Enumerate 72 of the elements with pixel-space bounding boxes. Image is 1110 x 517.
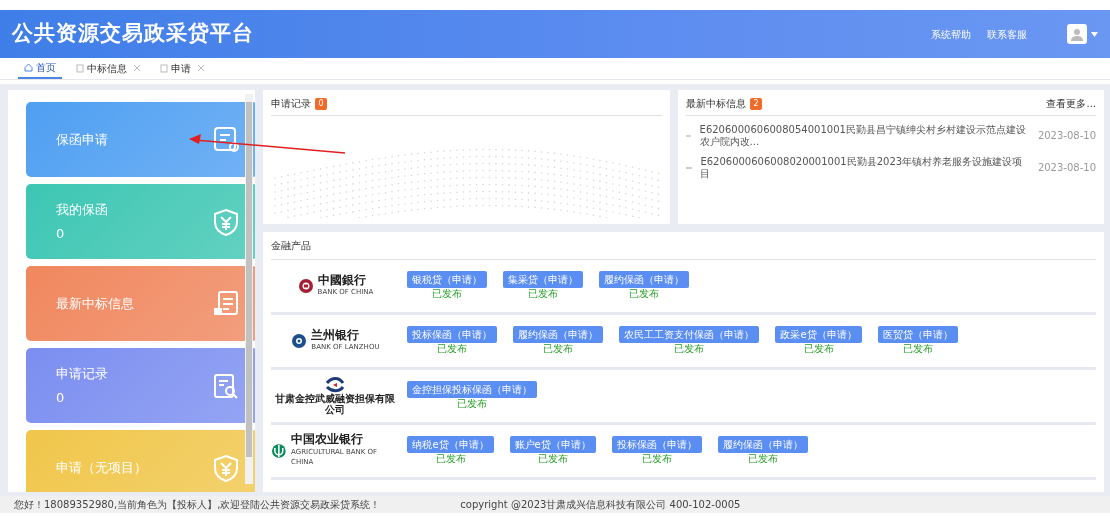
caret-icon (1091, 31, 1098, 37)
status-text: 已发布 (537, 453, 568, 465)
header-link[interactable]: 系统帮助 (931, 26, 971, 42)
card-title: 最新中标信息 (686, 97, 747, 111)
page-icon (160, 63, 168, 73)
menu-tile[interactable]: 我的保函 0 (26, 184, 256, 259)
tab[interactable]: 中标信息 (70, 57, 146, 79)
dash-icon (686, 167, 693, 169)
status-text: 已发布 (629, 288, 660, 300)
menu-tile[interactable]: 申请记录 0 (26, 348, 256, 423)
card-title: 金融产品 (271, 240, 312, 251)
apply-button[interactable]: 医贸贷（申请） (877, 326, 958, 343)
apply-button[interactable]: 履约保函（申请） (717, 436, 808, 453)
status-text: 已发布 (437, 343, 468, 355)
status-text: 已发布 (543, 343, 574, 355)
count-badge: 0 (315, 97, 327, 110)
bank-logo-icon (297, 277, 314, 294)
apply-button[interactable]: 农民工工资支付保函（申请） (619, 326, 760, 343)
apply-button[interactable]: 投标保函（申请） (407, 326, 498, 343)
more-link[interactable]: 查看更多... (1046, 96, 1096, 111)
status-text: 已发布 (528, 288, 559, 300)
apply-button[interactable]: 金控担保投标保函（申请） (407, 381, 538, 398)
user-menu[interactable] (1067, 24, 1098, 44)
status-text: 已发布 (747, 453, 778, 465)
apply-button[interactable]: 履约保函（申请） (513, 326, 604, 343)
tile-count: 0 (56, 224, 66, 243)
bank-logo-icon (325, 376, 346, 393)
apply-button[interactable]: 集采贷（申请） (503, 271, 584, 288)
card-title: 申请记录 (271, 97, 312, 111)
menu-tile[interactable]: 最新中标信息 (26, 266, 256, 341)
shield-icon (212, 207, 240, 236)
count-badge: 2 (750, 97, 762, 110)
app-title: 公共资源交易政采贷平台 (12, 20, 254, 48)
status-text: 已发布 (432, 288, 463, 300)
page-icon (76, 63, 84, 73)
shield-icon (212, 453, 240, 482)
status-text: 已发布 (641, 453, 672, 465)
status-text: 已发布 (674, 343, 705, 355)
header-link[interactable]: 联系客服 (987, 26, 1027, 42)
news-date: 2023-08-10 (1037, 162, 1096, 174)
tab[interactable]: 首页 (18, 57, 62, 79)
apply-button[interactable]: 账户e贷（申请） (509, 436, 596, 453)
tile-count: 0 (56, 388, 66, 407)
dash-icon (686, 135, 692, 137)
news-link[interactable]: E6206000606008020001001民勤县2023年镇村养老服务设施建设项目 (700, 156, 1030, 180)
news-link[interactable]: E6206000606008054001001民勤县昌宁镇绅尖村乡村建设示范点建设农户院内改... (699, 124, 1030, 148)
status-text: 已发布 (435, 453, 466, 465)
apply-button[interactable]: 投标保函（申请） (611, 436, 702, 453)
apply-button[interactable]: 履约保函（申请） (599, 271, 690, 288)
document-icon (212, 289, 240, 318)
apply-button[interactable]: 银税贷（申请） (407, 271, 488, 288)
home-icon (24, 62, 33, 72)
tab[interactable]: 申请 (154, 57, 210, 79)
bank-name: 中国农业银行 (291, 433, 364, 447)
news-date: 2023-08-10 (1037, 130, 1096, 142)
search-icon (212, 371, 240, 400)
welcome-text: 您好！18089352980,当前角色为【投标人】,欢迎登陆公共资源交易政采贷系统！ (14, 498, 381, 512)
status-text: 已发布 (457, 398, 488, 410)
scrollbar[interactable] (245, 94, 254, 484)
status-text: 已发布 (902, 343, 933, 355)
apply-button[interactable]: 纳税e贷（申请） (407, 436, 494, 453)
menu-tile[interactable]: 保函申请 (26, 102, 256, 177)
bank-name: 兰州银行 (311, 328, 360, 342)
apply-button[interactable]: 政采e贷（申请） (775, 326, 862, 343)
bank-name: 甘肃金控武威融资担保有限公司 (274, 392, 397, 415)
bank-logo-icon (271, 442, 288, 459)
status-text: 已发布 (803, 343, 834, 355)
form-icon (212, 125, 240, 154)
copyright-text: copyright @2023甘肃成兴信息科技有限公司 400-102-0005 (460, 498, 741, 512)
bank-name: 中國銀行 (317, 273, 366, 287)
avatar-icon (1070, 27, 1084, 41)
bank-logo-icon (291, 332, 308, 349)
